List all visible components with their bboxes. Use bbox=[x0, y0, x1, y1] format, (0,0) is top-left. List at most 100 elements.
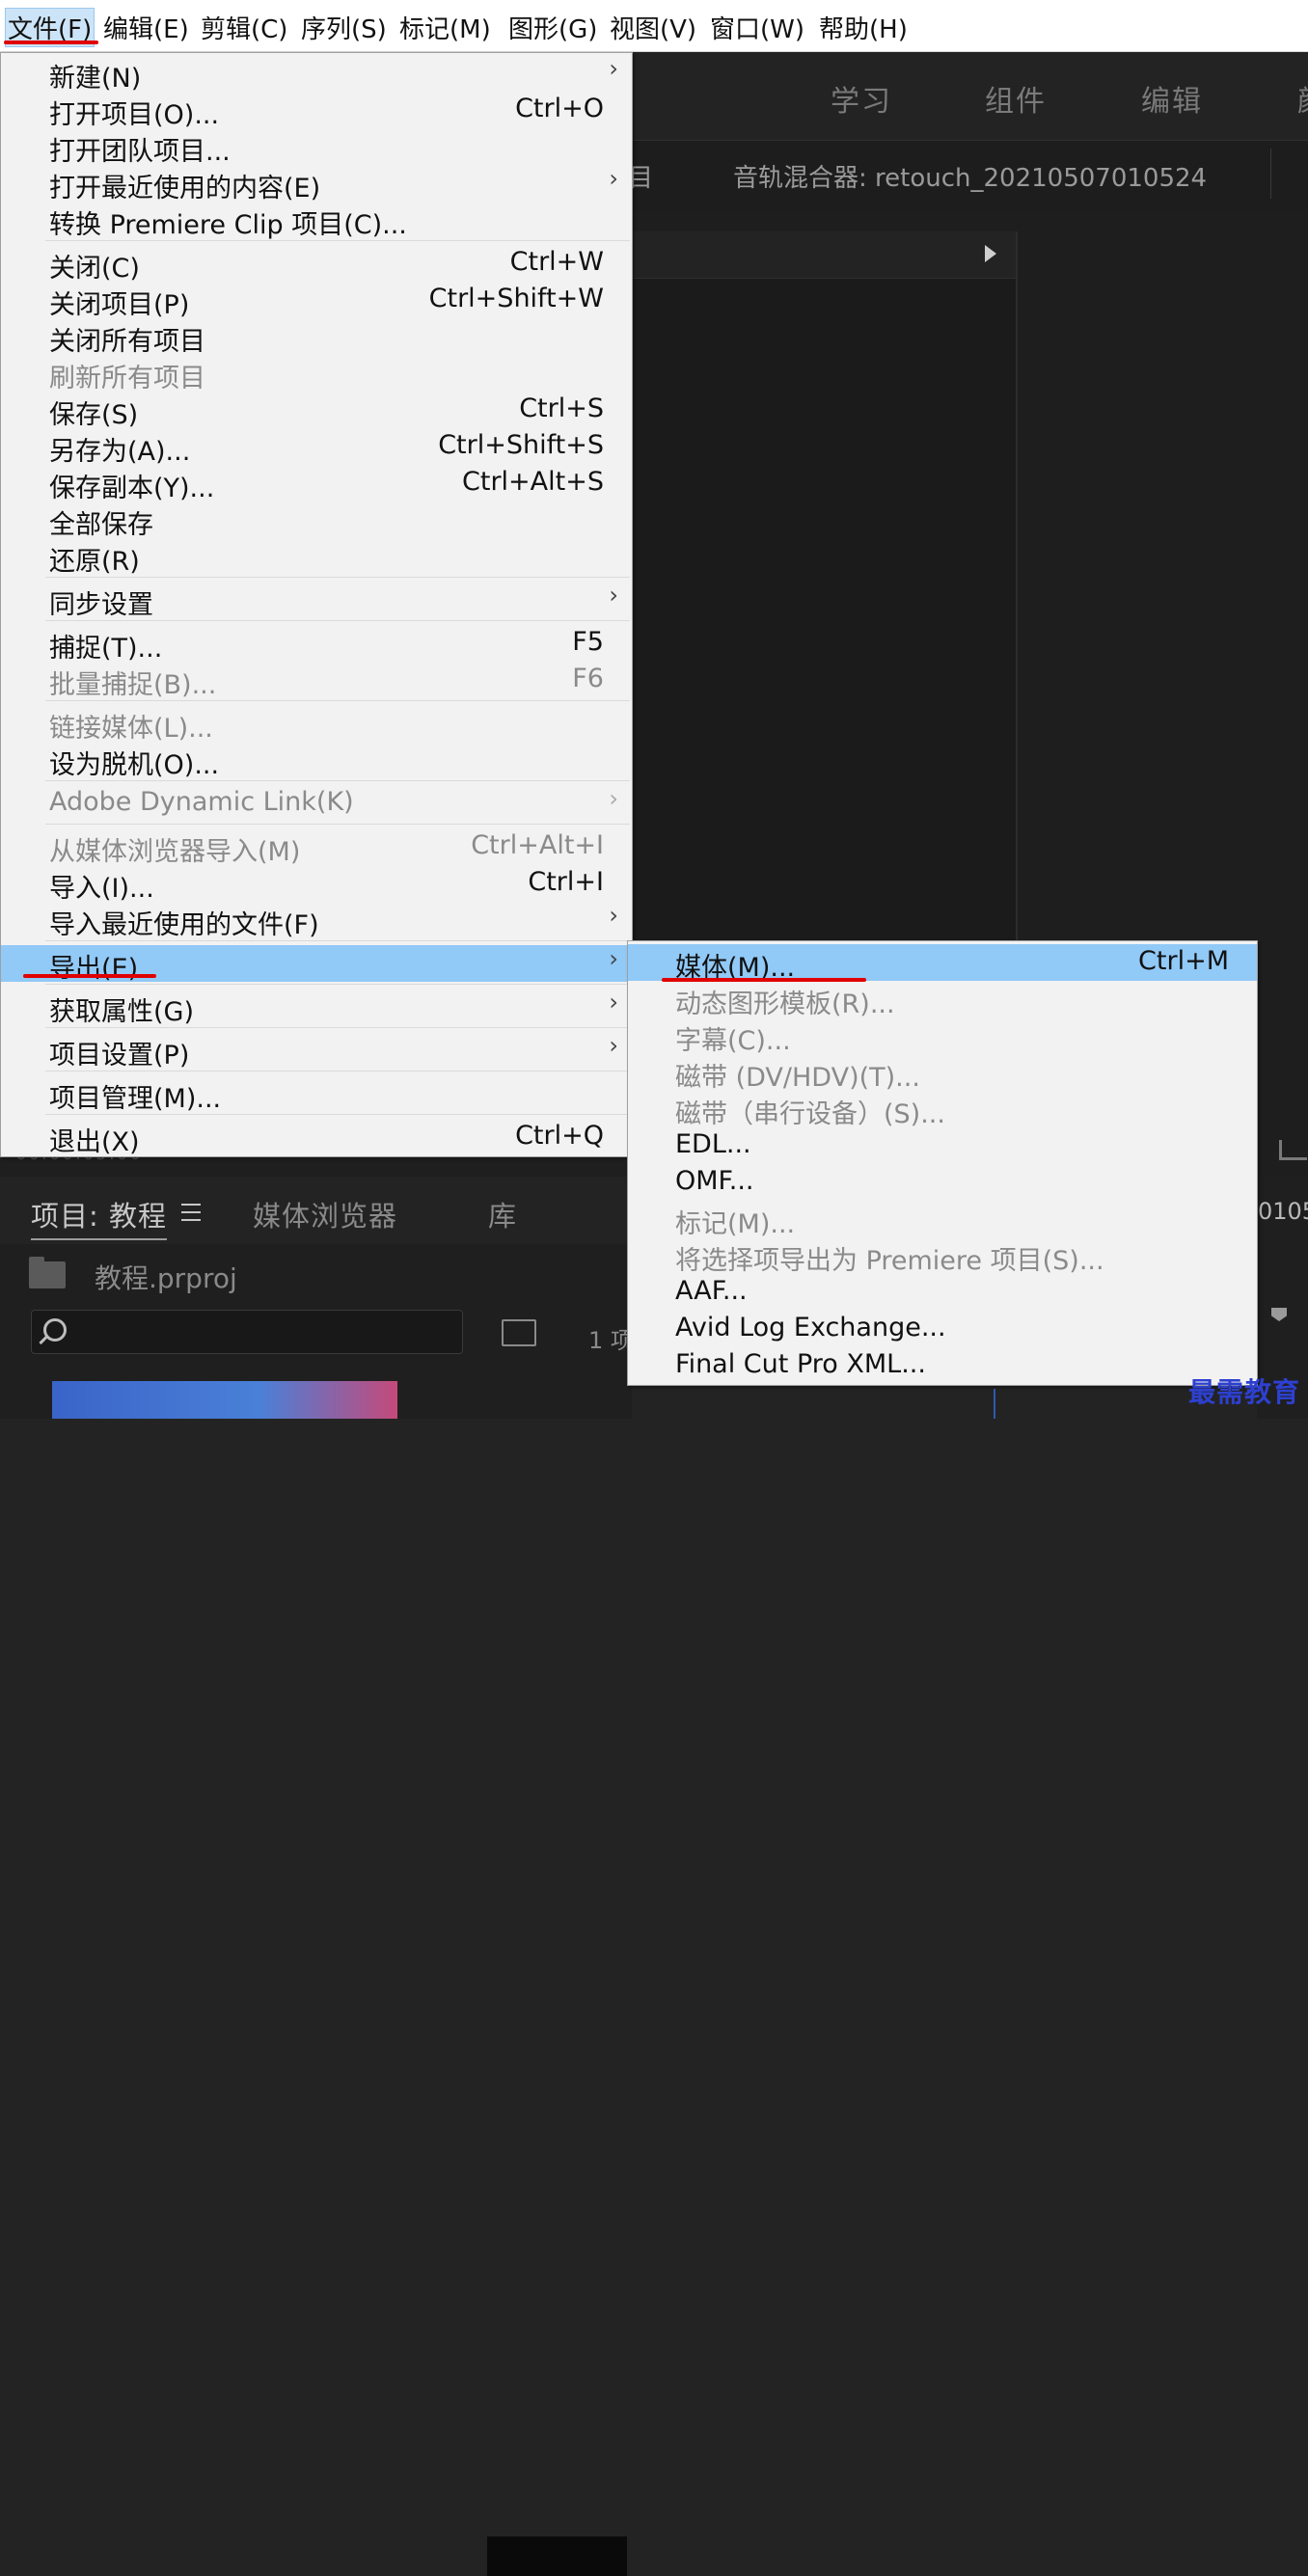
file-menu-item[interactable]: 还原(R) bbox=[1, 538, 632, 577]
export-menu-item[interactable]: AAF... bbox=[628, 1274, 1257, 1311]
menu-item-label: 项目管理(M)... bbox=[49, 1084, 222, 1114]
workspace-tab-color[interactable]: 颜 bbox=[1297, 77, 1308, 120]
menu-item-label: 字幕(C)... bbox=[675, 1026, 791, 1056]
menu-window[interactable]: 窗口(W) bbox=[710, 10, 804, 45]
menu-item-shortcut: Ctrl+I bbox=[528, 867, 604, 897]
workspace-bar: 学习 组件 编辑 颜 bbox=[632, 52, 1308, 139]
find-bin-icon[interactable] bbox=[502, 1319, 536, 1346]
file-menu-item[interactable]: 打开最近使用的内容(E) › bbox=[1, 165, 632, 203]
file-menu-item[interactable]: 打开项目(O)... Ctrl+O bbox=[1, 92, 632, 130]
menu-item-label: 全部保存 bbox=[49, 510, 153, 540]
submenu-arrow-icon: › bbox=[609, 582, 618, 609]
file-menu-item[interactable]: 转换 Premiere Clip 项目(C)... bbox=[1, 202, 632, 240]
menu-markers[interactable]: 标记(M) bbox=[399, 10, 491, 45]
play-icon[interactable] bbox=[985, 245, 996, 262]
file-menu-item[interactable]: 打开团队项目... bbox=[1, 128, 632, 167]
submenu-arrow-icon: › bbox=[609, 1032, 618, 1059]
submenu-arrow-icon: › bbox=[609, 785, 618, 812]
menu-item-label: 打开项目(O)... bbox=[49, 100, 220, 130]
export-menu-item: 动态图形模板(R)... bbox=[628, 981, 1257, 1019]
menu-item-label: 保存(S) bbox=[49, 400, 139, 430]
file-menu-item[interactable]: 获取属性(G) › bbox=[1, 989, 632, 1027]
file-menu-item[interactable]: 退出(X) Ctrl+Q bbox=[1, 1119, 632, 1157]
annotation-underline-export bbox=[23, 974, 156, 978]
menu-item-label: 同步设置 bbox=[49, 590, 153, 620]
project-panel: 项目: 教程 媒体浏览器 库 教程.prproj 1 项 bbox=[0, 1157, 634, 2576]
tab-project[interactable]: 项目: 教程 bbox=[31, 1194, 167, 1240]
menubar: 文件(F) 编辑(E) 剪辑(C) 序列(S) 标记(M) 图形(G) 视图(V… bbox=[0, 0, 1308, 52]
file-menu-item[interactable]: 同步设置 › bbox=[1, 582, 632, 620]
menu-help[interactable]: 帮助(H) bbox=[819, 10, 908, 45]
export-menu-item[interactable]: EDL... bbox=[628, 1127, 1257, 1164]
menu-item-label: 还原(R) bbox=[49, 547, 140, 577]
panel-tab-strip: 目 音轨混合器: retouch_20210507010524 bbox=[628, 140, 1308, 210]
audio-mixer-tab[interactable]: 音轨混合器: retouch_20210507010524 bbox=[733, 158, 1207, 194]
menu-item-shortcut: Ctrl+Alt+S bbox=[462, 467, 604, 497]
file-menu-item[interactable]: 全部保存 bbox=[1, 502, 632, 540]
project-panel-tabs: 项目: 教程 媒体浏览器 库 bbox=[0, 1177, 632, 1244]
clip-thumbnail[interactable] bbox=[52, 1381, 397, 1419]
menu-item-label: AAF... bbox=[675, 1276, 748, 1306]
menu-item-label: 保存副本(Y)... bbox=[49, 474, 215, 503]
file-menu-item[interactable]: 项目设置(P) › bbox=[1, 1032, 632, 1071]
file-menu-item[interactable]: 保存副本(Y)... Ctrl+Alt+S bbox=[1, 465, 632, 503]
menu-item-label: 关闭所有项目 bbox=[49, 327, 205, 357]
file-menu-item[interactable]: 关闭项目(P) Ctrl+Shift+W bbox=[1, 282, 632, 320]
menu-graphics[interactable]: 图形(G) bbox=[508, 10, 597, 45]
export-menu-item[interactable]: Avid Log Exchange... bbox=[628, 1311, 1257, 1347]
menu-item-label: 设为脱机(O)... bbox=[49, 750, 220, 780]
menu-item-label: 项目设置(P) bbox=[49, 1041, 190, 1071]
file-menu-item[interactable]: 导入最近使用的文件(F) › bbox=[1, 902, 632, 940]
menu-item-shortcut: F5 bbox=[572, 627, 604, 657]
panel-menu-icon[interactable] bbox=[181, 1204, 201, 1227]
menu-item-label: EDL... bbox=[675, 1129, 751, 1159]
export-frame-icon[interactable] bbox=[1279, 1140, 1307, 1160]
menu-item-label: 打开最近使用的内容(E) bbox=[49, 174, 321, 203]
file-menu-item[interactable]: 关闭所有项目 bbox=[1, 318, 632, 357]
submenu-arrow-icon: › bbox=[609, 945, 618, 972]
menu-item-shortcut: Ctrl+W bbox=[509, 247, 604, 277]
divider bbox=[1270, 149, 1271, 199]
menu-sequence[interactable]: 序列(S) bbox=[301, 10, 387, 45]
file-menu-item[interactable]: 项目管理(M)... bbox=[1, 1075, 632, 1114]
menu-item-label: 导入(I)... bbox=[49, 874, 154, 904]
menu-item-shortcut: Ctrl+Shift+W bbox=[428, 284, 604, 313]
tab-libraries[interactable]: 库 bbox=[488, 1194, 517, 1234]
menu-clip[interactable]: 剪辑(C) bbox=[201, 10, 287, 45]
file-menu-item: 从媒体浏览器导入(M) Ctrl+Alt+I bbox=[1, 828, 632, 867]
file-menu-item[interactable]: 另存为(A)... Ctrl+Shift+S bbox=[1, 428, 632, 467]
workspace-tab-editing[interactable]: 编辑 bbox=[1141, 77, 1203, 120]
export-menu-item[interactable]: OMF... bbox=[628, 1164, 1257, 1201]
file-menu-item: 刷新所有项目 bbox=[1, 355, 632, 393]
workspace-tab-learn[interactable]: 学习 bbox=[831, 77, 892, 120]
annotation-underline-file bbox=[4, 41, 98, 44]
export-menu-item: 将选择项导出为 Premiere 项目(S)... bbox=[628, 1237, 1257, 1276]
menu-item-label: 导出(E) bbox=[49, 954, 139, 984]
menu-item-shortcut: Ctrl+Alt+I bbox=[471, 830, 604, 860]
menu-item-label: 另存为(A)... bbox=[49, 437, 191, 467]
annotation-underline-media bbox=[662, 978, 866, 982]
file-menu-item[interactable]: 关闭(C) Ctrl+W bbox=[1, 245, 632, 284]
menu-item-label: 关闭项目(P) bbox=[49, 290, 190, 320]
file-menu-item[interactable]: 保存(S) Ctrl+S bbox=[1, 392, 632, 430]
project-search-input[interactable] bbox=[31, 1310, 463, 1354]
folder-up-icon[interactable] bbox=[29, 1257, 66, 1288]
file-menu-item[interactable]: 导入(I)... Ctrl+I bbox=[1, 865, 632, 904]
file-menu-item[interactable]: 新建(N) › bbox=[1, 55, 632, 94]
export-menu-item: 标记(M)... bbox=[628, 1201, 1257, 1239]
file-menu-item[interactable]: 捕捉(T)... F5 bbox=[1, 625, 632, 664]
export-menu-item[interactable]: 媒体(M)... Ctrl+M bbox=[628, 944, 1257, 983]
search-icon bbox=[43, 1318, 67, 1342]
tab-media-browser[interactable]: 媒体浏览器 bbox=[253, 1194, 397, 1234]
export-menu-item[interactable]: Final Cut Pro XML... bbox=[628, 1347, 1257, 1384]
export-menu-item: 磁带（串行设备）(S)... bbox=[628, 1091, 1257, 1129]
menu-view[interactable]: 视图(V) bbox=[610, 10, 696, 45]
file-menu-item[interactable]: 设为脱机(O)... bbox=[1, 742, 632, 780]
file-menu: 新建(N) › 打开项目(O)... Ctrl+O 打开团队项目... 打开最近使用的内容… bbox=[0, 52, 633, 1157]
menu-item-label: 新建(N) bbox=[49, 64, 142, 94]
menu-edit[interactable]: 编辑(E) bbox=[103, 10, 189, 45]
menu-item-label: 动态图形模板(R)... bbox=[675, 990, 895, 1019]
workspace-tab-assembly[interactable]: 组件 bbox=[985, 77, 1047, 120]
menu-item-label: 打开团队项目... bbox=[49, 137, 231, 167]
export-submenu: 媒体(M)... Ctrl+M 动态图形模板(R)... 字幕(C)... 磁带 (DV… bbox=[627, 940, 1258, 1386]
